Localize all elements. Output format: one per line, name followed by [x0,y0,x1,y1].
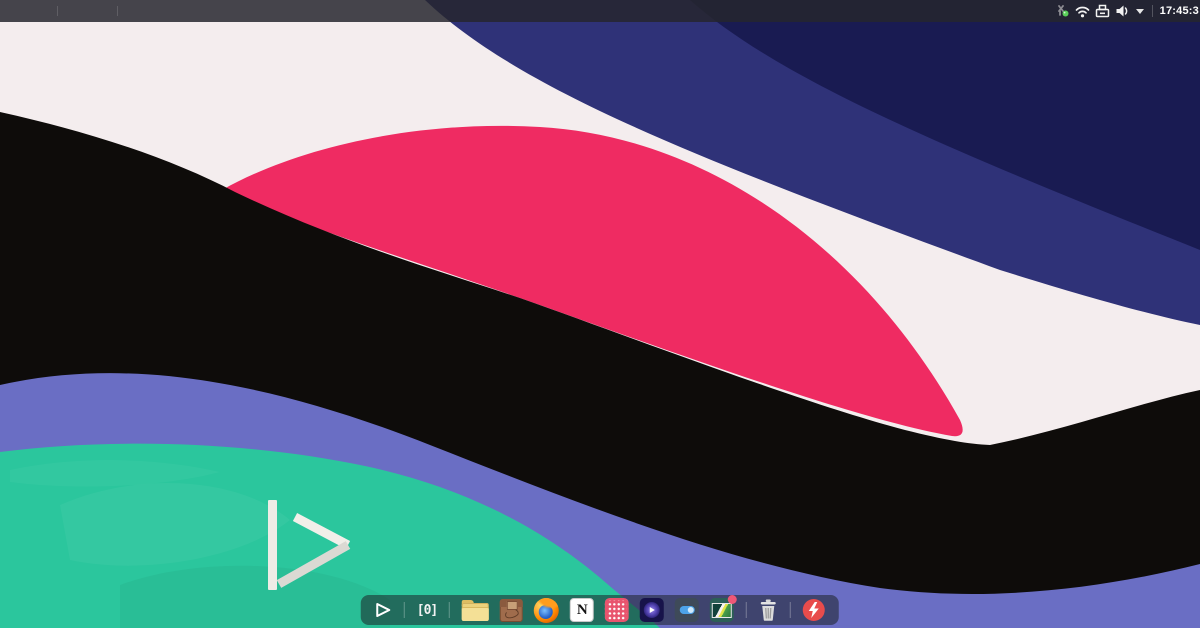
clock[interactable]: 17:45:3 [1160,5,1199,17]
dock-separator [404,602,405,618]
app-launcher-button[interactable] [375,602,392,618]
notification-badge [728,595,737,604]
printer-icon[interactable] [1095,3,1111,19]
notion-button[interactable]: N [570,598,594,622]
play-circle-icon [640,598,664,622]
folder-icon [462,600,489,621]
trash-button[interactable] [759,599,778,621]
volume-icon[interactable] [1115,3,1131,19]
package-manager-button[interactable] [500,599,523,622]
panel-arrow-icon[interactable] [1135,3,1145,19]
power-button[interactable] [803,599,825,621]
tray-separator [1152,5,1153,17]
trash-icon [759,599,778,621]
image-viewer-button[interactable] [710,598,734,622]
package-box-icon [500,599,523,622]
dock-separator [746,602,747,618]
dock-separator [449,602,450,618]
panel-separator [57,6,58,16]
desktop: 17:45:3 [0] [0,0,1200,628]
system-tray: 17:45:3 [1055,0,1200,22]
workspace-indicator[interactable]: [0] [417,603,437,618]
media-player-button[interactable] [640,598,664,622]
dock: [0] N [361,595,839,625]
status-updates-icon[interactable] [1055,3,1071,19]
dots-grid-icon [605,598,629,622]
firefox-icon [534,598,559,623]
wifi-icon[interactable] [1075,3,1091,19]
dock-separator [790,602,791,618]
image-photo-icon [710,598,734,622]
lightning-icon [803,599,825,621]
top-panel: 17:45:3 [0,0,1200,22]
settings-toggles-button[interactable] [675,598,699,622]
firefox-button[interactable] [534,598,559,623]
panel-separator [117,6,118,16]
toggle-switch-icon [675,598,699,622]
wallpaper [0,0,1200,628]
workspace-label: [0] [417,603,437,618]
notion-n-icon: N [570,598,594,622]
file-manager-button[interactable] [462,600,489,621]
dots-grid-app-button[interactable] [605,598,629,622]
play-outline-icon [375,602,392,618]
